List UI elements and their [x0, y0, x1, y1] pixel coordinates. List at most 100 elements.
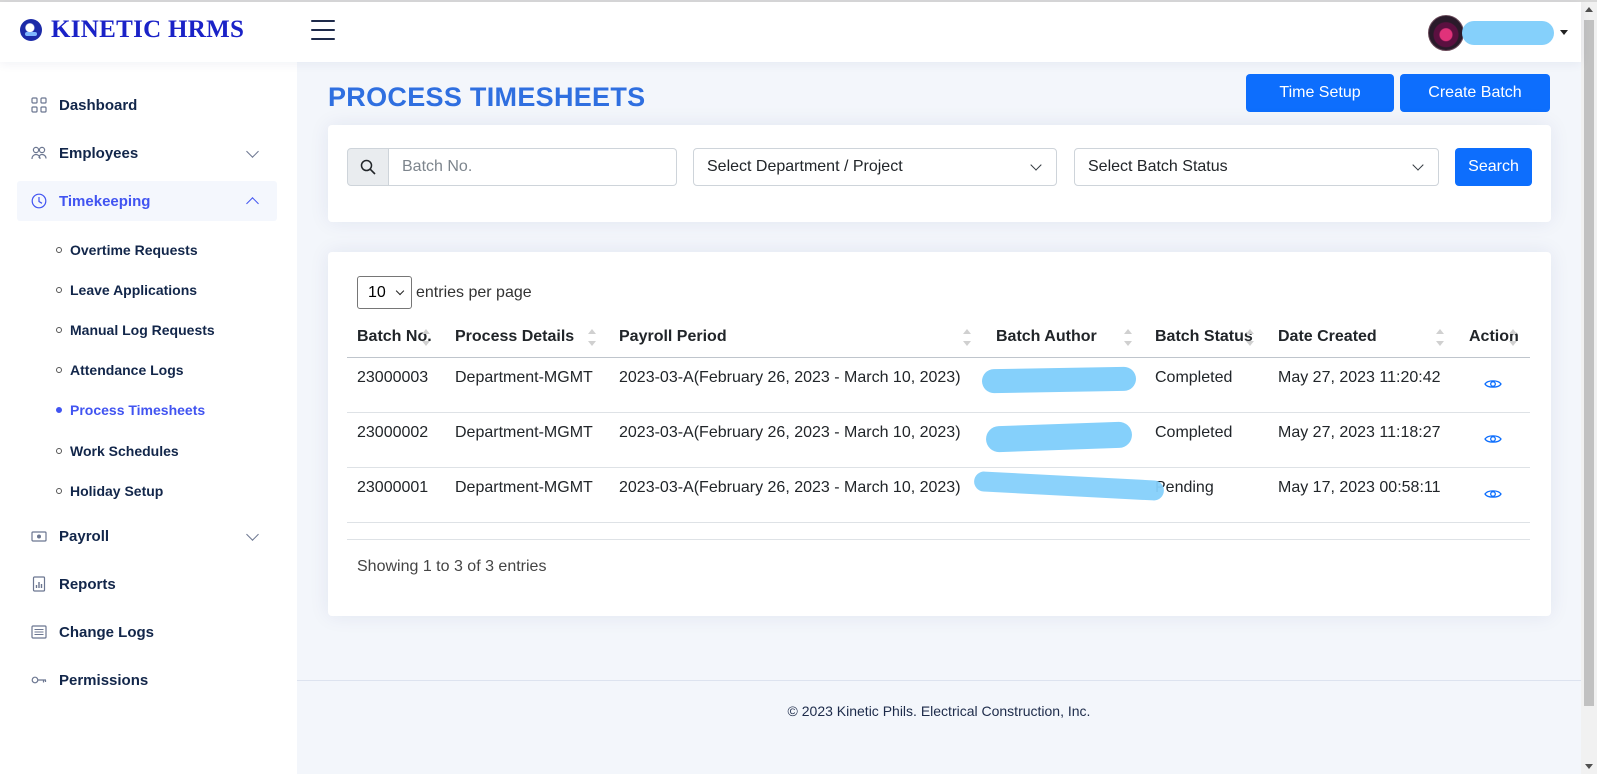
sidebar-item-label: Reports — [59, 575, 116, 593]
cell-process-details: Department-MGMT — [455, 369, 593, 386]
bullet-icon — [56, 287, 62, 293]
sidebar-item-label: Payroll — [59, 527, 110, 545]
brand-logo[interactable]: KINETIC HRMS — [20, 16, 244, 44]
hamburger-icon[interactable] — [311, 20, 335, 40]
department-select[interactable]: Select Department / Project — [693, 148, 1057, 186]
sidebar-subitem-manual-log-requests[interactable]: Manual Log Requests — [56, 319, 215, 341]
create-batch-button[interactable]: Create Batch — [1400, 74, 1550, 112]
cell-payroll-period: 2023-03-A(February 26, 2023 - March 10, … — [619, 424, 961, 441]
sort-icon[interactable] — [422, 329, 430, 347]
logo-icon — [20, 19, 42, 41]
chevron-down-icon — [246, 145, 259, 158]
cell-batch-no: 23000003 — [357, 369, 429, 386]
time-setup-button[interactable]: Time Setup — [1246, 74, 1394, 112]
sidebar-item-dashboard[interactable]: Dashboard — [17, 85, 277, 125]
sidebar-subitem-label: Attendance Logs — [70, 362, 184, 378]
column-header-process-details[interactable]: Process Details — [455, 328, 574, 346]
view-eye-icon[interactable] — [1484, 433, 1502, 445]
batch-status-select-value: Select Batch Status — [1088, 158, 1228, 175]
sidebar-subitem-label: Overtime Requests — [70, 242, 198, 258]
entries-per-page-label: entries per page — [416, 284, 532, 301]
scrollbar-thumb[interactable] — [1584, 20, 1594, 706]
search-button[interactable]: Search — [1455, 148, 1532, 186]
sidebar-item-label: Change Logs — [59, 623, 155, 641]
sidebar-subitem-work-schedules[interactable]: Work Schedules — [56, 440, 179, 462]
sidebar-subitem-process-timesheets[interactable]: Process Timesheets — [56, 399, 205, 421]
sidebar-item-label: Dashboard — [59, 96, 138, 114]
sort-icon[interactable] — [588, 329, 596, 347]
sidebar-item-change-logs[interactable]: Change Logs — [17, 612, 277, 652]
pagination-info: Showing 1 to 3 of 3 entries — [357, 558, 547, 575]
cell-date-created: May 27, 2023 11:18:27 — [1278, 424, 1441, 441]
sidebar-subitem-attendance-logs[interactable]: Attendance Logs — [56, 359, 184, 381]
brand-name: KINETIC HRMS — [51, 16, 245, 43]
batch-author-redacted — [981, 366, 1137, 394]
column-header-date-created[interactable]: Date Created — [1278, 328, 1377, 346]
users-icon — [31, 145, 47, 161]
bullet-icon — [56, 407, 62, 413]
cell-payroll-period: 2023-03-A(February 26, 2023 - March 10, … — [619, 369, 961, 386]
sidebar-subitem-label: Leave Applications — [70, 282, 198, 298]
cell-payroll-period: 2023-03-A(February 26, 2023 - March 10, … — [619, 479, 961, 496]
row-divider — [347, 467, 1530, 468]
cell-process-details: Department-MGMT — [455, 424, 593, 441]
entries-per-page-select[interactable]: 10 — [357, 276, 412, 309]
cell-batch-no: 23000002 — [357, 424, 429, 441]
avatar[interactable] — [1428, 15, 1464, 51]
cell-batch-no: 23000001 — [357, 479, 429, 496]
view-eye-icon[interactable] — [1484, 378, 1502, 390]
sort-icon[interactable] — [963, 329, 971, 347]
footer-copyright: © 2023 Kinetic Phils. Electrical Constru… — [787, 703, 1091, 719]
batch-author-redacted — [985, 421, 1133, 453]
batch-search-group — [347, 148, 677, 186]
cell-batch-status: Completed — [1155, 369, 1233, 386]
sidebar-subitem-overtime-requests[interactable]: Overtime Requests — [56, 239, 198, 261]
sidebar-item-permissions[interactable]: Permissions — [17, 660, 277, 700]
sidebar-item-employees[interactable]: Employees — [17, 133, 277, 173]
page-scrollbar[interactable] — [1581, 2, 1597, 774]
batch-no-input[interactable] — [389, 148, 677, 186]
sidebar-subitem-label: Process Timesheets — [70, 402, 206, 418]
sidebar-item-reports[interactable]: Reports — [17, 564, 277, 604]
sidebar: Dashboard Employees Timekeeping Overtime… — [0, 62, 297, 774]
view-eye-icon[interactable] — [1484, 488, 1502, 500]
column-header-batch-no[interactable]: Batch No. — [357, 328, 432, 346]
batch-status-select[interactable]: Select Batch Status — [1074, 148, 1439, 186]
grid-icon — [31, 97, 47, 113]
column-header-payroll-period[interactable]: Payroll Period — [619, 328, 727, 346]
bullet-icon — [56, 367, 62, 373]
cell-date-created: May 27, 2023 11:20:42 — [1278, 369, 1441, 386]
sidebar-item-label: Permissions — [59, 671, 149, 689]
department-select-value: Select Department / Project — [707, 158, 903, 175]
sort-icon[interactable] — [1436, 329, 1444, 347]
column-header-batch-author[interactable]: Batch Author — [996, 328, 1097, 346]
chevron-down-icon — [395, 286, 405, 296]
cell-process-details: Department-MGMT — [455, 479, 593, 496]
sidebar-item-label: Timekeeping — [59, 192, 151, 210]
sidebar-item-timekeeping[interactable]: Timekeeping — [17, 181, 277, 221]
user-dropdown-caret-icon[interactable] — [1560, 30, 1568, 35]
chevron-up-icon — [246, 197, 259, 210]
sidebar-subitem-holiday-setup[interactable]: Holiday Setup — [56, 480, 163, 502]
clock-icon — [31, 193, 47, 209]
chevron-down-icon — [1030, 159, 1042, 171]
cash-icon — [31, 528, 47, 544]
bullet-icon — [56, 488, 62, 494]
column-header-batch-status[interactable]: Batch Status — [1155, 328, 1253, 346]
table-footer-divider — [347, 539, 1530, 540]
scroll-up-icon[interactable] — [1585, 7, 1593, 12]
list-icon — [31, 624, 47, 640]
bullet-icon — [56, 448, 62, 454]
row-divider — [347, 522, 1530, 523]
sort-icon[interactable] — [1124, 329, 1132, 347]
scroll-down-icon[interactable] — [1585, 764, 1593, 769]
sidebar-subitem-label: Manual Log Requests — [70, 322, 215, 338]
page-title: PROCESS TIMESHEETS — [328, 82, 646, 112]
footer-divider — [297, 680, 1581, 681]
sidebar-item-payroll[interactable]: Payroll — [17, 516, 277, 556]
sidebar-subitem-leave-applications[interactable]: Leave Applications — [56, 279, 197, 301]
cell-date-created: May 17, 2023 00:58:11 — [1278, 479, 1441, 496]
sort-icon[interactable] — [1246, 329, 1254, 347]
sort-icon[interactable] — [1509, 329, 1517, 347]
username-redacted[interactable] — [1462, 21, 1554, 45]
